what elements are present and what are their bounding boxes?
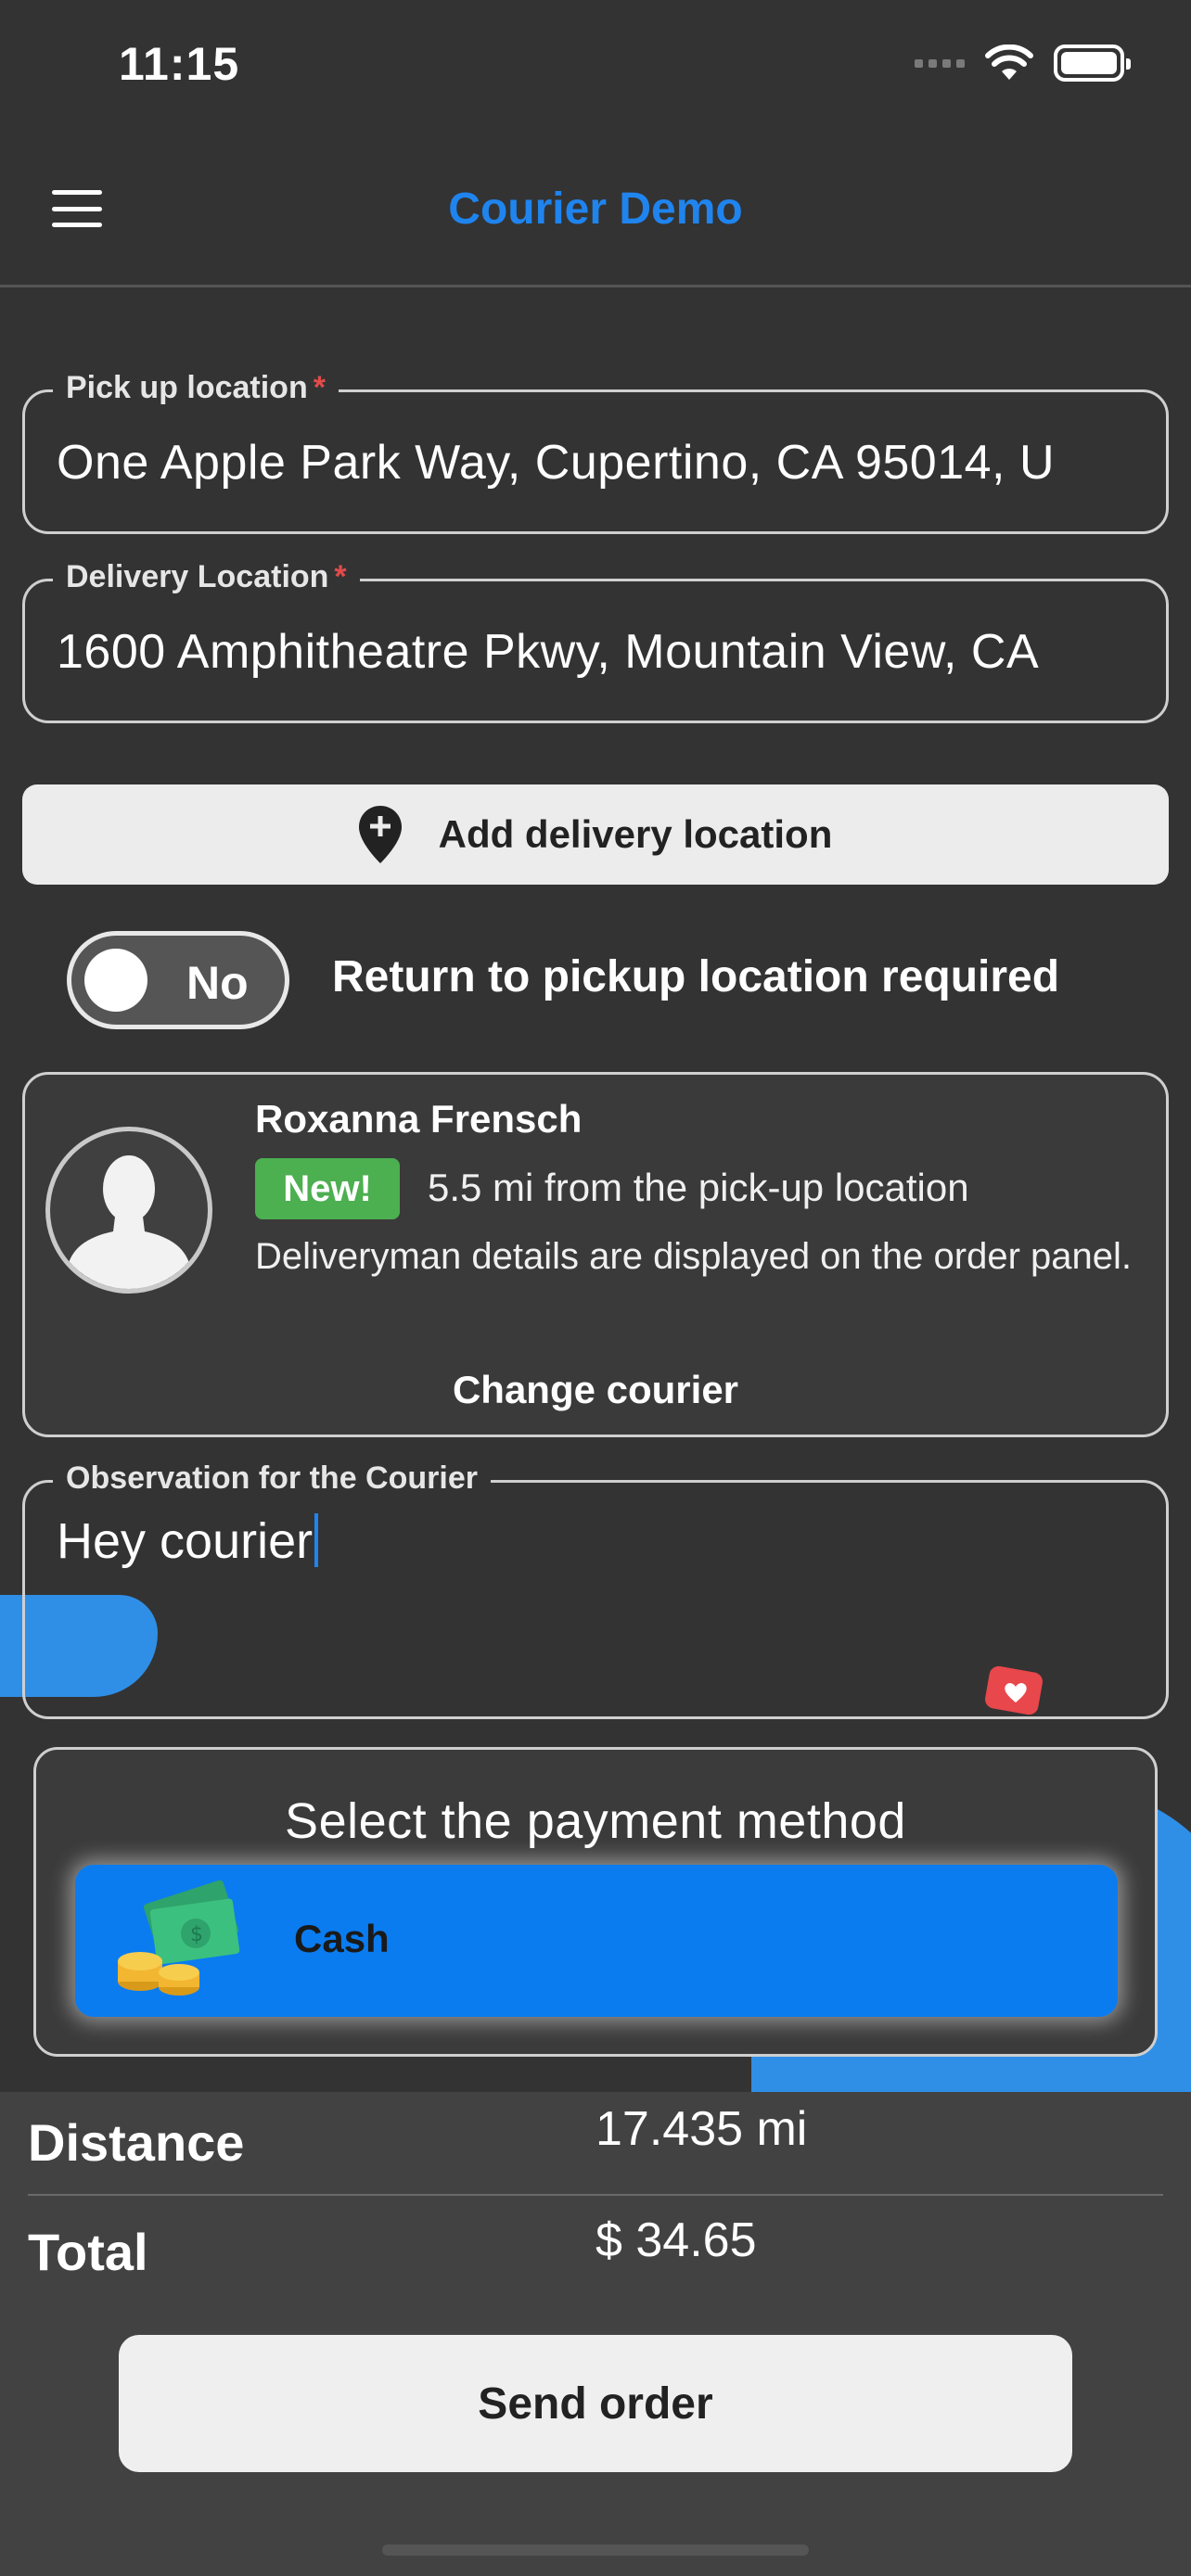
svg-text:$: $	[190, 1923, 203, 1946]
new-courier-badge: New!	[255, 1158, 400, 1219]
add-delivery-location-button[interactable]: Add delivery location	[22, 784, 1169, 885]
app-bar: Courier Demo	[0, 139, 1191, 287]
total-label: Total	[28, 2223, 148, 2281]
toggle-knob	[84, 949, 147, 1012]
observation-input[interactable]: Hey courier	[57, 1512, 319, 1570]
payment-method-card: Select the payment method $ Cash	[33, 1747, 1158, 2057]
toggle-state-text: No	[186, 957, 249, 1009]
required-mark: *	[313, 370, 326, 405]
total-value: $ 34.65	[596, 2213, 757, 2267]
courier-card: Roxanna Frensch New! 5.5 mi from the pic…	[22, 1072, 1169, 1437]
observation-text: Hey courier	[57, 1513, 314, 1569]
add-location-pin-icon	[358, 806, 402, 863]
app-title: Courier Demo	[448, 185, 743, 234]
observation-label: Observation for the Courier	[53, 1460, 491, 1497]
required-mark: *	[334, 559, 347, 594]
cash-payment-option[interactable]: $ Cash	[75, 1865, 1118, 2017]
order-summary-panel: Distance 17.435 mi Total $ 34.65 Send or…	[0, 2092, 1191, 2576]
return-to-pickup-label: Return to pickup location required	[332, 952, 1060, 1001]
delivery-location-label: Delivery Location *	[53, 559, 360, 595]
courier-distance: 5.5 mi from the pick-up location	[428, 1166, 969, 1209]
distance-value: 17.435 mi	[596, 2102, 808, 2156]
pickup-location-field[interactable]: Pick up location * One Apple Park Way, Cu…	[22, 370, 1169, 534]
distance-label: Distance	[28, 2113, 245, 2172]
send-order-button[interactable]: Send order	[119, 2335, 1072, 2472]
status-time: 11:15	[119, 38, 240, 90]
change-courier-button[interactable]: Change courier	[25, 1368, 1166, 1412]
battery-icon	[1054, 45, 1131, 82]
person-silhouette-icon	[67, 1155, 191, 1289]
pickup-location-input[interactable]: One Apple Park Way, Cupertino, CA 95014,…	[57, 435, 1138, 491]
wifi-icon	[985, 45, 1033, 80]
heart-notification-icon	[985, 1665, 1043, 1715]
courier-avatar	[45, 1127, 212, 1294]
add-delivery-location-label: Add delivery location	[438, 812, 833, 856]
text-caret	[314, 1513, 319, 1567]
cash-money-icon: $	[118, 1880, 240, 1996]
payment-method-title: Select the payment method	[285, 1793, 906, 1849]
courier-details-note: Deliveryman details are displayed on the…	[255, 1236, 1132, 1277]
summary-divider	[28, 2194, 1163, 2196]
delivery-location-field[interactable]: Delivery Location * 1600 Amphitheatre Pkw…	[22, 559, 1169, 723]
delivery-location-input[interactable]: 1600 Amphitheatre Pkwy, Mountain View, C…	[57, 624, 1138, 680]
pickup-location-label: Pick up location *	[53, 370, 339, 406]
cash-label: Cash	[294, 1917, 390, 1960]
home-indicator	[382, 2544, 809, 2556]
return-to-pickup-toggle[interactable]: No	[67, 931, 289, 1029]
courier-name: Roxanna Frensch	[255, 1097, 583, 1141]
cellular-signal-icon	[915, 58, 965, 68]
status-icons	[915, 45, 1131, 82]
